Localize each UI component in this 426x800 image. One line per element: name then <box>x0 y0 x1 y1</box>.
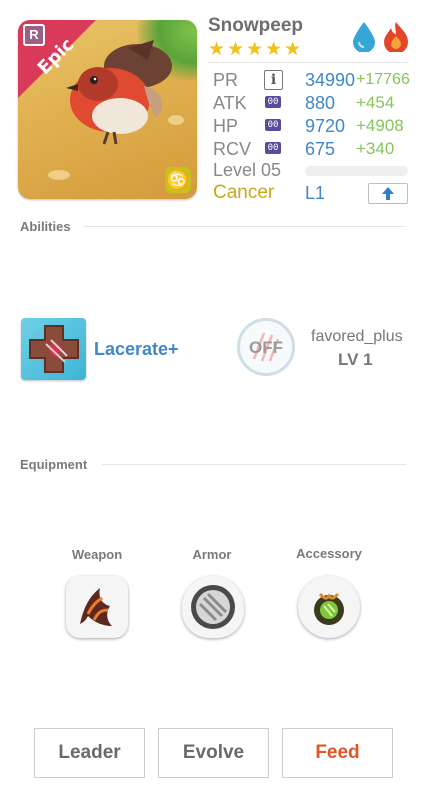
weapon-slot[interactable] <box>66 576 128 638</box>
stat-label-rcv: RCV <box>213 139 252 159</box>
armor-slot[interactable] <box>182 576 244 638</box>
accessory-gem-icon <box>314 592 344 625</box>
stat-icon: 00 <box>265 142 281 154</box>
favored-level: LV 1 <box>338 350 373 369</box>
accessory-label: Accessory <box>296 546 362 561</box>
favored-toggle-button[interactable]: OFF <box>237 318 295 376</box>
armor-label: Armor <box>192 547 232 562</box>
leader-button[interactable]: Leader <box>34 728 145 778</box>
evolve-button[interactable]: Evolve <box>158 728 269 778</box>
element-icons <box>350 20 410 52</box>
ability-name[interactable]: Lacerate+ <box>94 339 179 360</box>
lacerate-skill-icon <box>29 325 79 373</box>
stat-bonus-hp: +4908 <box>356 116 404 135</box>
feed-button[interactable]: Feed <box>282 728 393 778</box>
weapon-label: Weapon <box>71 547 123 562</box>
equipment-section-title: Equipment <box>20 457 88 472</box>
limit-upgrade-button[interactable] <box>368 183 408 204</box>
creature-name: Snowpeep <box>208 15 304 36</box>
zodiac-label: Cancer <box>213 182 275 203</box>
section-divider <box>102 464 406 465</box>
stat-value-hp: 9720 <box>305 116 346 136</box>
zodiac-sign-icon: ♋ <box>165 167 191 193</box>
limit-break-label: L1 <box>305 183 326 203</box>
portrait-background <box>48 170 70 180</box>
accessory-slot[interactable] <box>298 576 360 638</box>
armor-shield-icon <box>191 585 235 629</box>
fire-icon <box>384 22 409 52</box>
stat-value-atk: 880 <box>305 93 336 113</box>
weapon-claw-icon <box>80 588 112 626</box>
creature-portrait[interactable]: Epic R ♋ <box>18 20 197 199</box>
ability-icon[interactable] <box>21 318 86 380</box>
stat-bonus-atk: +454 <box>356 93 395 112</box>
stat-bonus-rcv: +340 <box>356 139 395 158</box>
level-label: Level 05 <box>213 160 282 180</box>
abilities-section-title: Abilities <box>20 219 71 234</box>
toggle-state-label: OFF <box>249 338 283 357</box>
section-divider <box>84 226 406 227</box>
stat-label-atk: ATK <box>213 93 247 113</box>
stat-value-rcv: 675 <box>305 139 336 159</box>
stat-icon: 00 <box>265 119 281 131</box>
stat-label-hp: HP <box>213 116 239 136</box>
stat-icon: 00 <box>265 96 281 108</box>
water-drop-icon <box>353 22 375 52</box>
stat-label-pr: PR <box>213 70 239 90</box>
stat-value-pr: 34990 <box>305 70 356 90</box>
stat-bonus-pr: +17766 <box>356 71 410 88</box>
arrow-up-icon <box>382 187 394 200</box>
star-rating: ★★★★★ <box>208 39 304 60</box>
info-icon[interactable]: i <box>264 70 283 90</box>
favored-label: favored_plus <box>311 328 403 345</box>
rank-badge: R <box>23 24 45 46</box>
level-progress-bar <box>305 166 408 176</box>
header-divider <box>208 62 408 63</box>
